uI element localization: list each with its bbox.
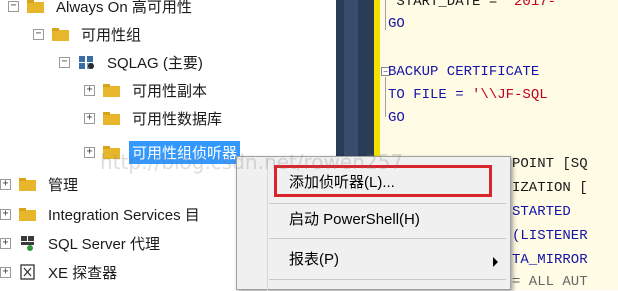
folder-icon	[52, 27, 69, 41]
tree-node-label: 可用性组	[81, 26, 142, 44]
tree-node-availability-groups[interactable]: − 可用性组	[33, 20, 144, 48]
collapse-icon[interactable]: −	[33, 28, 44, 40]
tree-node-databases[interactable]: + 可用性数据库	[84, 104, 225, 132]
expand-icon[interactable]: +	[0, 266, 11, 278]
tree-node-replicas[interactable]: + 可用性副本	[84, 76, 210, 104]
tree-node-label: Always On 高可用性	[56, 0, 192, 16]
folder-icon	[103, 111, 120, 125]
tree-node-label: SQLAG (主要)	[107, 54, 203, 72]
tree-node-label: SQL Server 代理	[48, 235, 160, 253]
tree-node-sqlag[interactable]: − SQLAG (主要)	[59, 48, 206, 76]
tree-node-label: Integration Services 目	[48, 206, 200, 224]
folder-icon	[19, 207, 36, 221]
context-menu: 添加侦听器(L)... 启动 PowerShell(H) 报表(P)	[236, 156, 511, 291]
tree-node-always-on[interactable]: − Always On 高可用性	[8, 0, 195, 20]
outline-line	[385, 0, 386, 30]
expand-icon[interactable]: +	[84, 112, 95, 124]
tree-node-label: XE 探查器	[48, 264, 118, 282]
menu-icon-column	[267, 157, 268, 291]
xe-profiler-icon	[20, 264, 35, 280]
availability-group-icon	[79, 56, 94, 69]
expand-icon[interactable]: +	[84, 146, 95, 158]
sql-agent-icon	[21, 236, 34, 251]
expand-icon[interactable]: +	[0, 208, 11, 220]
code-line-8: STARTED	[512, 204, 571, 220]
folder-icon	[27, 0, 44, 13]
expand-icon[interactable]: +	[0, 178, 11, 190]
code-line-1: START_DATE = '2017-	[388, 0, 557, 10]
code-line-2: GO	[388, 16, 405, 32]
menu-item-start-powershell[interactable]: 启动 PowerShell(H)	[289, 205, 420, 231]
menu-separator	[269, 279, 506, 280]
tree-node-label: 管理	[48, 176, 79, 194]
expand-icon[interactable]: +	[84, 84, 95, 96]
code-line-4: TO FILE = '\\JF-SQL	[388, 87, 548, 103]
tree-node-sql-agent[interactable]: + SQL Server 代理	[0, 229, 163, 257]
folder-icon	[103, 83, 120, 97]
code-line-10: TA_MIRROR	[512, 252, 588, 268]
tree-node-integration-services[interactable]: + Integration Services 目	[0, 200, 203, 228]
code-line-6: POINT [SQ	[512, 156, 588, 172]
menu-separator	[269, 203, 506, 204]
folder-icon	[19, 177, 36, 191]
collapse-icon[interactable]: −	[8, 0, 19, 12]
menu-separator	[269, 238, 506, 239]
tree-node-management[interactable]: + 管理	[0, 170, 81, 198]
tree-node-label: 可用性副本	[132, 82, 208, 100]
code-line-5: GO	[388, 110, 405, 126]
watermark: http://blog.csdn.net/rowen257	[100, 150, 404, 174]
tree-node-label: 可用性数据库	[132, 110, 223, 128]
menu-item-label: 报表(P)	[289, 250, 339, 268]
code-line-7: IZATION [	[512, 180, 588, 196]
expand-icon[interactable]: +	[0, 237, 11, 249]
code-line-3: BACKUP CERTIFICATE	[388, 64, 548, 80]
menu-item-reports[interactable]: 报表(P)	[289, 245, 339, 271]
collapse-icon[interactable]: −	[59, 56, 70, 68]
outline-line	[385, 77, 386, 117]
submenu-arrow-icon	[493, 257, 498, 267]
code-line-9: (LISTENER	[512, 228, 588, 244]
menu-item-label: 启动 PowerShell(H)	[289, 210, 420, 228]
tree-node-xe-profiler[interactable]: + XE 探查器	[0, 258, 120, 286]
code-line-11: = ALL AUT	[512, 274, 588, 290]
